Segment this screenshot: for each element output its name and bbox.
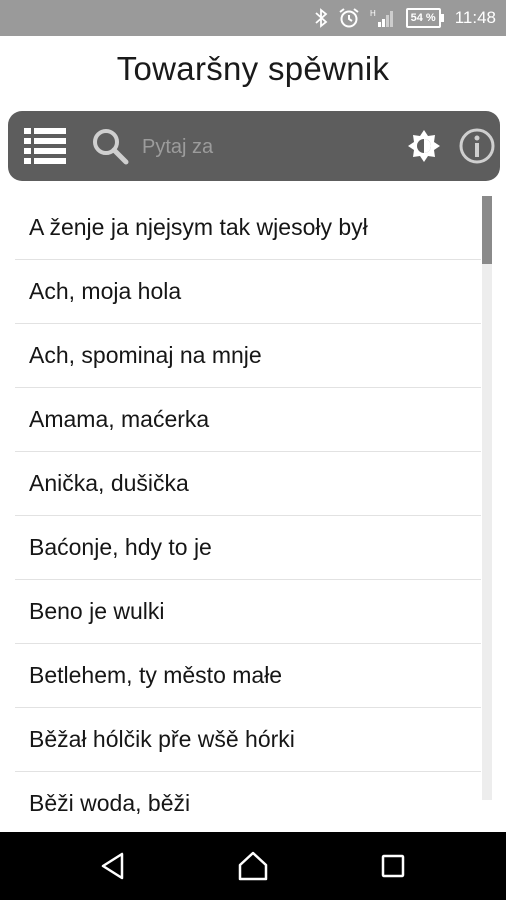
list-item[interactable]: Betlehem, ty město małe	[15, 644, 481, 708]
recent-apps-icon[interactable]	[373, 846, 413, 886]
toolbar	[8, 111, 500, 181]
list-item[interactable]: Amama, maćerka	[15, 388, 481, 452]
app-title: Towaršny spěwnik	[116, 50, 390, 87]
list-item[interactable]: Ach, moja hola	[15, 260, 481, 324]
info-icon[interactable]	[456, 125, 498, 167]
list-item[interactable]: Běži woda, běži	[15, 772, 481, 832]
list-item[interactable]: Anička, dušička	[15, 452, 481, 516]
scrollbar-track[interactable]	[482, 196, 492, 800]
brightness-icon[interactable]	[404, 126, 444, 166]
signal-icon: H	[370, 8, 396, 28]
battery-icon: 54 %	[405, 8, 444, 28]
list-item[interactable]: Běžał hólčik pře wšě hórki	[15, 708, 481, 772]
status-bar: H 54 % 11:48	[0, 0, 506, 36]
menu-list-icon[interactable]	[23, 124, 67, 168]
bluetooth-icon	[314, 8, 328, 28]
list-item[interactable]: Ach, spominaj na mnje	[15, 324, 481, 388]
back-icon[interactable]	[93, 846, 133, 886]
status-time: 11:48	[454, 8, 496, 27]
list-item[interactable]: Beno je wulki	[15, 580, 481, 644]
scrollbar-thumb[interactable]	[482, 196, 492, 264]
list-item[interactable]: Baćonje, hdy to je	[15, 516, 481, 580]
svg-text:H: H	[370, 9, 376, 18]
alarm-icon	[338, 7, 360, 29]
search-icon[interactable]	[88, 124, 132, 168]
navigation-bar	[0, 832, 506, 900]
list-item[interactable]: A ženje ja njejsym tak wjesoły był	[15, 196, 481, 260]
song-list: A ženje ja njejsym tak wjesoły był Ach, …	[0, 196, 506, 832]
home-icon[interactable]	[233, 846, 273, 886]
search-input[interactable]	[140, 126, 394, 168]
